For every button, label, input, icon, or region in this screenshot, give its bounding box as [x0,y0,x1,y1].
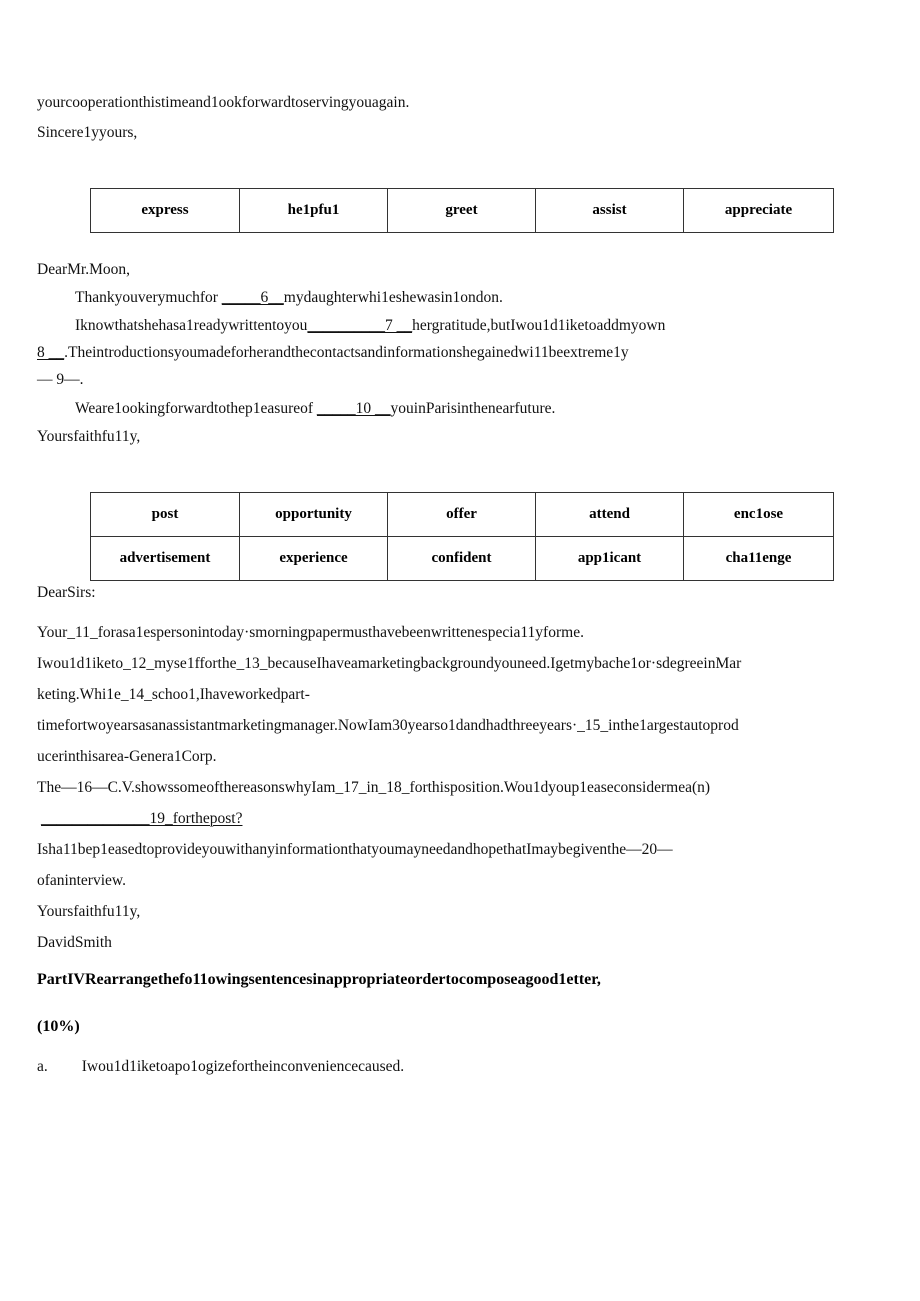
wordbank-cell: cha11enge [683,536,834,581]
letter-three-line-6: The—16—C.V.showssomeofthereasonswhyIam_1… [37,779,711,796]
wordbank-cell: experience [239,536,388,581]
answer-blank-10[interactable]: _____10 __ [317,400,391,417]
letter-two-line-1: Thankyouverymuchfor _____6__mydaughterwh… [75,290,503,306]
wordbank-cell: advertisement [90,536,240,581]
letter-three-line-2: Iwou1d1iketo_12_myse1fforthe_13_becauseI… [37,655,742,672]
letter-two-line-3-text: .Theintroductionsyoumadeforherandthecont… [64,344,629,361]
letter-two-line-3: 8 __.Theintroductionsyoumadeforherandthe… [37,345,629,361]
part-four-item-a-label: a. [37,1058,48,1075]
letter-one-tail-line-1: yourcooperationthistimeand1ookforwardtos… [37,94,410,111]
part-four-item-a-text: Iwou1d1iketoapo1ogizefortheinconvenience… [81,1058,405,1075]
wordbank-cell: app1icant [535,536,684,581]
part-four-heading: PartIVRearrangethefo11owingsentencesinap… [37,971,601,988]
letter-two-closing: Yoursfaithfu11y, [37,428,141,445]
letter-three-line-3: keting.Whi1e_14_schoo1,Ihaveworkedpart- [37,686,310,703]
letter-three-line-9: ofaninterview. [37,872,126,889]
letter-two-salutation: DearMr.Moon, [37,261,130,278]
answer-blank-19[interactable]: ______________ [41,810,150,827]
wordbank-cell: appreciate [683,188,834,233]
letter-two-line-5: Weare1ookingforwardtothep1easureof _____… [75,401,555,417]
table-row: post opportunity offer attend enc1ose [90,492,834,537]
wordbank-cell: greet [387,188,536,233]
letter-two-line-2-text-a: Iknowthatshehasa1readywrittentoyou [75,317,308,334]
wordbank-cell: assist [535,188,684,233]
letter-two-line-2-text-b: hergratitude,butIwou1d1iketoaddmyown [412,317,666,334]
part-four-item-a: a. Iwou1d1iketoapo1ogizefortheinconvenien… [37,1059,404,1075]
letter-two-line-5-text-a: Weare1ookingforwardtothep1easureof [75,400,317,417]
wordbank-cell: opportunity [239,492,388,537]
answer-blank-7[interactable]: __________7 __ [307,317,412,334]
wordbank-cell: he1pfu1 [239,188,388,233]
wordbank-cell: enc1ose [683,492,834,537]
letter-three-line-7-text: 19_forthepost? [149,810,243,827]
table-row: advertisement experience confident app1i… [90,536,834,581]
answer-blank-8[interactable]: 8 __ [37,344,64,361]
letter-three-signature: DavidSmith [37,934,112,951]
wordbank-cell: offer [387,492,536,537]
letter-three-line-1: Your_11_forasa1espersonintoday·smorningp… [37,624,584,641]
wordbank-cell: post [90,492,240,537]
letter-two-line-5-text-b: youinParisinthenearfuture. [390,400,556,417]
letter-two-line-1-text-a: Thankyouverymuchfor [75,289,222,306]
wordbank-table-two: post opportunity offer attend enc1ose ad… [90,492,834,581]
letter-three-line-5: ucerinthisarea-Genera1Corp. [37,748,217,765]
wordbank-cell: express [90,188,240,233]
answer-blank-6[interactable]: _____6__ [222,289,284,306]
letter-two-line-4[interactable]: — 9—. [37,372,84,388]
letter-three-salutation: DearSirs: [37,584,96,601]
letter-two-line-1-text-b: mydaughterwhi1eshewasin1ondon. [283,289,503,306]
wordbank-cell: confident [387,536,536,581]
letter-two-line-2: Iknowthatshehasa1readywrittentoyou______… [75,318,665,334]
part-four-marks: (10%) [37,1018,80,1035]
wordbank-cell: attend [535,492,684,537]
document-page: yourcooperationthistimeand1ookforwardtos… [0,0,920,1301]
letter-three-closing: Yoursfaithfu11y, [37,903,141,920]
letter-one-tail-line-2: Sincere1yyours, [37,124,138,141]
letter-three-line-8: Isha11bep1easedtoprovideyouwithanyinform… [37,841,673,858]
letter-three-line-7: ______________19_forthepost? [41,811,242,827]
wordbank-table-one: express he1pfu1 greet assist appreciate [90,188,834,233]
letter-three-line-4: timefortwoyearsasanassistantmarketingman… [37,717,739,734]
table-row: express he1pfu1 greet assist appreciate [90,188,834,233]
